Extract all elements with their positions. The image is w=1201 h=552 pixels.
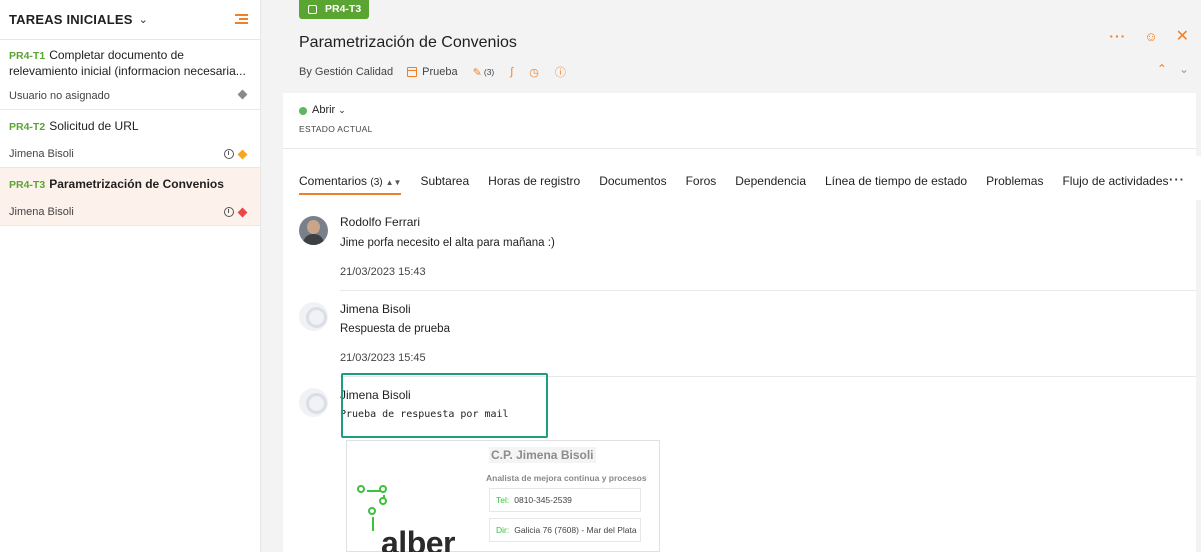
tab-documentos[interactable]: Documentos bbox=[599, 174, 666, 195]
list-icon bbox=[407, 67, 418, 77]
info-icon[interactable]: ⓘ bbox=[555, 64, 566, 80]
tab-linea-de-tiempo[interactable]: Línea de tiempo de estado bbox=[825, 174, 967, 195]
comment-date: 21/03/2023 15:45 bbox=[340, 352, 426, 364]
chevron-up-icon[interactable]: ⌃ bbox=[1157, 62, 1167, 76]
signature-phone: Tel: 0810-345-2539 bbox=[489, 488, 641, 512]
comments-list: Rodolfo Ferrari Jime porfa necesito el a… bbox=[283, 200, 1196, 552]
chevron-down-icon: ⌄ bbox=[338, 105, 346, 115]
comment-text: Jime porfa necesito el alta para mañana … bbox=[340, 237, 555, 249]
task-code: PR4-T1 bbox=[9, 50, 46, 62]
status-section: Abrir ⌄ ESTADO ACTUAL bbox=[283, 93, 1196, 156]
more-tabs-icon[interactable]: ··· bbox=[1169, 172, 1185, 187]
avatar bbox=[299, 216, 328, 245]
divider bbox=[283, 148, 1196, 149]
avatar bbox=[299, 388, 328, 417]
task-name: Completar documento de bbox=[49, 48, 184, 62]
status-dropdown[interactable]: Abrir ⌄ bbox=[312, 104, 346, 116]
avatar bbox=[299, 302, 328, 331]
status-value: Abrir bbox=[312, 104, 336, 116]
priority-diamond-icon bbox=[237, 89, 248, 100]
task-list-sidebar: TAREAS INICIALES ⌄ PR4-T1 Completar docum… bbox=[0, 0, 261, 552]
signature-name: C.P. Jimena Bisoli bbox=[489, 447, 596, 463]
status-label: ESTADO ACTUAL bbox=[299, 124, 373, 134]
chevron-down-icon[interactable]: ⌄ bbox=[1179, 62, 1189, 76]
task-list-title: TAREAS INICIALES bbox=[9, 12, 133, 27]
task-list-header[interactable]: TAREAS INICIALES ⌄ bbox=[0, 0, 260, 40]
sort-icon[interactable]: ▲▼ bbox=[386, 178, 402, 187]
brand-wordmark: alber bbox=[381, 525, 455, 552]
task-meta: By Gestión Calidad Prueba ✎ (3) ∫ ◷ ⓘ bbox=[299, 64, 582, 80]
signature-address: Dir: Galicia 76 (7608) - Mar del Plata bbox=[489, 518, 641, 542]
task-code-badge: PR4-T3 bbox=[299, 0, 370, 19]
chevron-down-icon[interactable]: ⌄ bbox=[139, 13, 148, 26]
attachment-icon[interactable]: ∫ bbox=[510, 66, 513, 78]
task-name: Parametrización de Convenios bbox=[49, 177, 224, 191]
tab-horas-de-registro[interactable]: Horas de registro bbox=[488, 174, 580, 195]
collapse-controls: ⌃ ⌄ bbox=[1157, 62, 1189, 76]
comment-author: Rodolfo Ferrari bbox=[340, 215, 421, 229]
timer-icon bbox=[224, 149, 234, 159]
tab-comentarios[interactable]: Comentarios (3) ▲▼ bbox=[299, 174, 402, 195]
task-list-name[interactable]: Prueba bbox=[422, 66, 457, 78]
tab-problemas[interactable]: Problemas bbox=[986, 174, 1043, 195]
task-code: PR4-T3 bbox=[9, 179, 46, 191]
highlight-box bbox=[341, 373, 548, 438]
timer-icon[interactable]: ◷ bbox=[529, 66, 539, 79]
tab-dependencia[interactable]: Dependencia bbox=[735, 174, 806, 195]
priority-diamond-icon bbox=[237, 149, 248, 159]
tab-subtarea[interactable]: Subtarea bbox=[420, 174, 469, 195]
task-icon bbox=[308, 5, 317, 14]
divider bbox=[340, 290, 1196, 291]
close-icon[interactable]: ✕ bbox=[1176, 26, 1189, 46]
comment-text: Respuesta de prueba bbox=[340, 323, 450, 335]
list-menu-icon[interactable] bbox=[235, 14, 248, 25]
signature-role: Analista de mejora continua y procesos bbox=[486, 473, 647, 483]
task-assignee: Jimena Bisoli bbox=[9, 206, 74, 218]
task-name: Solicitud de URL bbox=[49, 119, 139, 133]
task-name-continued: relevamiento inicial (informacion necesa… bbox=[9, 64, 246, 78]
task-title[interactable]: Parametrización de Convenios bbox=[299, 34, 517, 52]
task-item-pr4-t3[interactable]: PR4-T3 Parametrización de Convenios Jimen… bbox=[0, 168, 260, 226]
header-actions: ··· ☺ ✕ bbox=[1109, 26, 1189, 46]
comment-author: Jimena Bisoli bbox=[340, 302, 411, 316]
task-item-pr4-t2[interactable]: PR4-T2 Solicitud de URL Jimena Bisoli bbox=[0, 110, 260, 168]
task-code-badge-label: PR4-T3 bbox=[325, 3, 362, 15]
status-dot-icon bbox=[299, 107, 307, 115]
tab-bar: Comentarios (3) ▲▼ Subtarea Horas de regi… bbox=[283, 156, 1201, 200]
comments-count: (3) bbox=[483, 67, 495, 77]
more-options-icon[interactable]: ··· bbox=[1109, 28, 1126, 44]
task-owner: By Gestión Calidad bbox=[299, 66, 394, 78]
task-item-pr4-t1[interactable]: PR4-T1 Completar documento de relevamient… bbox=[0, 40, 260, 110]
task-assignee: Usuario no asignado bbox=[9, 90, 110, 102]
task-code: PR4-T2 bbox=[9, 121, 46, 133]
task-assignee: Jimena Bisoli bbox=[9, 148, 74, 160]
follow-user-icon[interactable]: ☺ bbox=[1144, 29, 1157, 44]
tab-label: Comentarios bbox=[299, 174, 368, 188]
task-detail-panel: PR4-T3 Parametrización de Convenios By G… bbox=[261, 0, 1201, 552]
comments-icon[interactable]: ✎ (3) bbox=[473, 66, 495, 79]
priority-diamond-icon bbox=[237, 207, 248, 217]
timer-icon bbox=[224, 207, 234, 217]
task-header: PR4-T3 Parametrización de Convenios By G… bbox=[283, 0, 1201, 93]
tab-flujo-de-actividades[interactable]: Flujo de actividades bbox=[1062, 174, 1168, 195]
tab-foros[interactable]: Foros bbox=[686, 174, 717, 195]
comment-date: 21/03/2023 15:43 bbox=[340, 266, 426, 278]
email-signature-image: alber C.P. Jimena Bisoli Analista de mej… bbox=[346, 440, 660, 552]
tab-count: (3) bbox=[370, 177, 383, 188]
